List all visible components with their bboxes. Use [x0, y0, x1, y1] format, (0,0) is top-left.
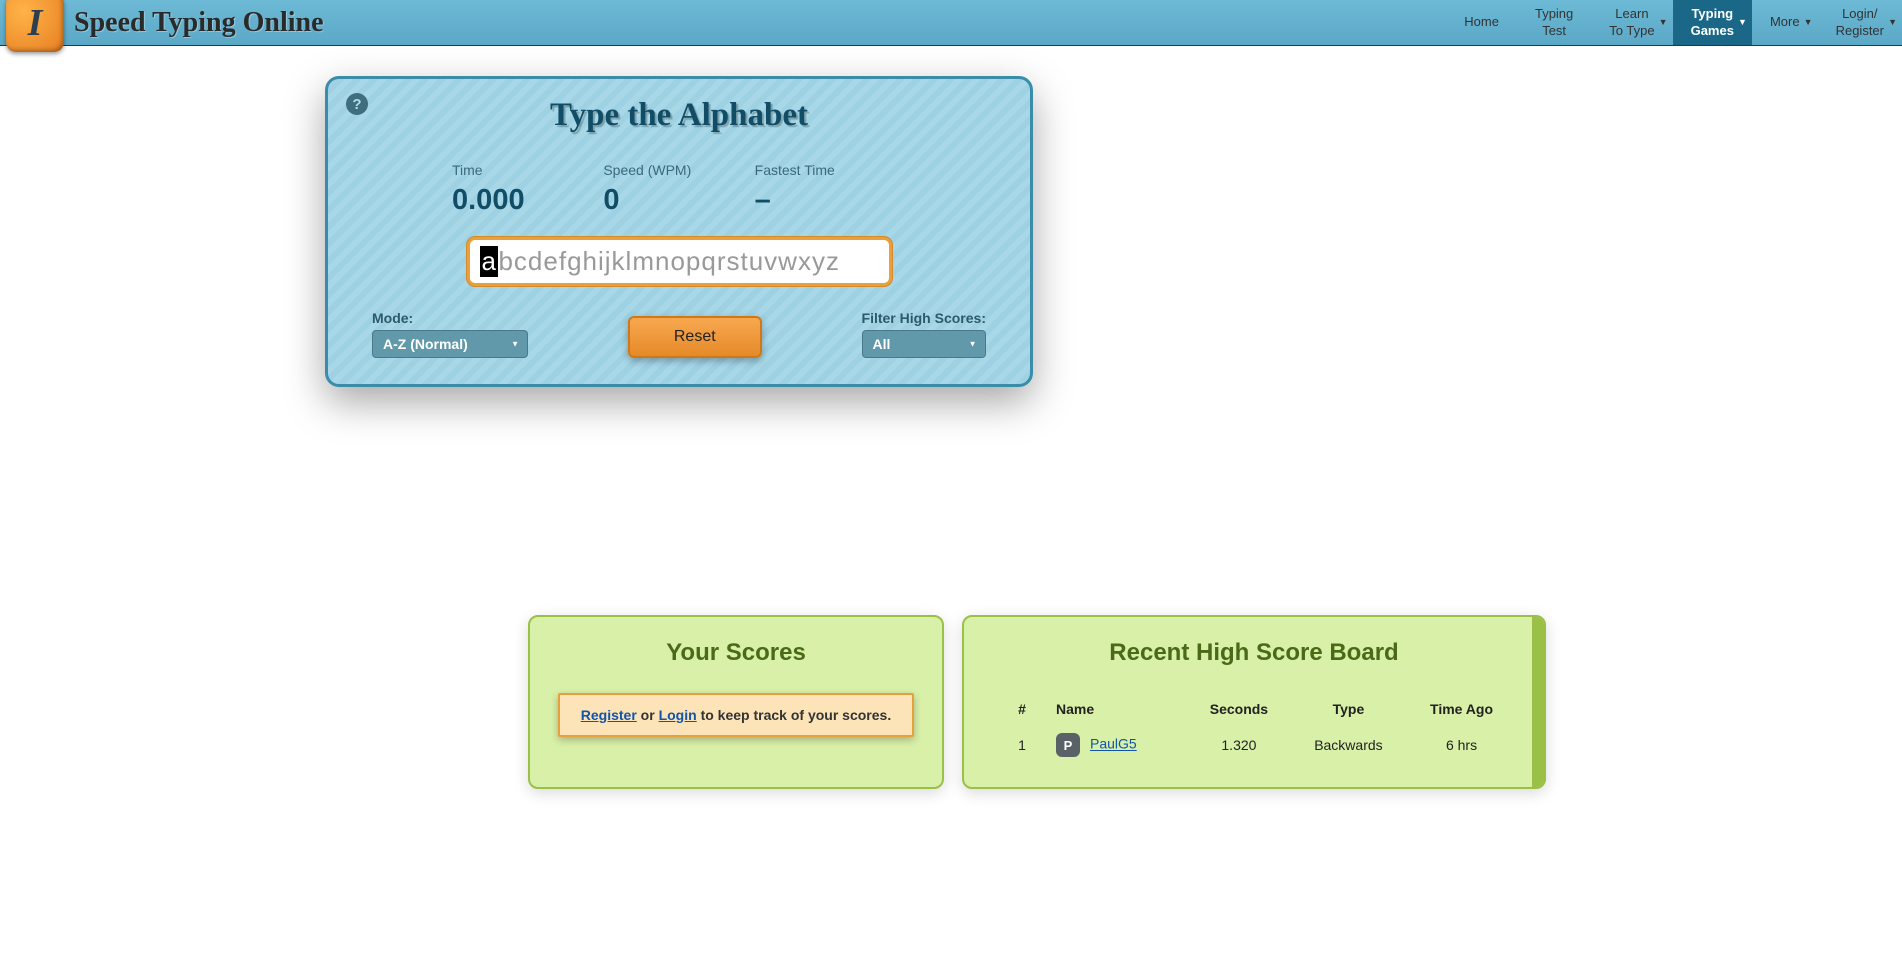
mode-group: Mode: A-Z (Normal) ▼ [372, 310, 528, 358]
nav-label: Typing [1535, 6, 1573, 23]
game-title: Type the Alphabet [352, 97, 1006, 134]
col-type: Type [1290, 693, 1407, 725]
stat-time: Time 0.000 [452, 162, 603, 217]
nav-home[interactable]: Home [1446, 0, 1517, 45]
cell-type: Backwards [1290, 725, 1407, 765]
filter-dropdown[interactable]: All ▼ [862, 330, 986, 358]
stat-time-value: 0.000 [452, 184, 603, 217]
rest-letters: bcdefghijklmnopqrstuvwxyz [498, 246, 839, 277]
highscores-table: # Name Seconds Type Time Ago 1 P PaulG5 1… [992, 693, 1516, 765]
stat-fastest-value: – [755, 184, 906, 217]
highscores-panel: Recent High Score Board # Name Seconds T… [962, 615, 1546, 789]
col-time-ago: Time Ago [1407, 693, 1516, 725]
your-scores-panel: Your Scores Register or Login to keep tr… [528, 615, 944, 789]
logo-icon[interactable]: I [6, 0, 64, 52]
player-link[interactable]: PaulG5 [1090, 736, 1137, 752]
highscores-title: Recent High Score Board [992, 639, 1516, 667]
mode-dropdown[interactable]: A-Z (Normal) ▼ [372, 330, 528, 358]
nav-login-register[interactable]: Login/ Register ▼ [1818, 0, 1902, 45]
table-row: 1 P PaulG5 1.320 Backwards 6 hrs [992, 725, 1516, 765]
register-link[interactable]: Register [581, 707, 637, 723]
nav-sublabel: To Type [1609, 23, 1654, 40]
col-rank: # [992, 693, 1052, 725]
main-nav: Home Typing Test Learn To Type ▼ Typing … [1446, 0, 1902, 45]
typing-field: abcdefghijklmnopqrstuvwxyz [480, 246, 879, 277]
nav-more[interactable]: More ▼ [1752, 0, 1818, 45]
nav-label: More [1770, 14, 1800, 31]
stat-speed: Speed (WPM) 0 [603, 162, 754, 217]
cell-rank: 1 [992, 725, 1052, 765]
filter-group: Filter High Scores: All ▼ [862, 310, 986, 358]
game-panel: ? Type the Alphabet Time 0.000 Speed (WP… [325, 76, 1033, 387]
nav-typing-test[interactable]: Typing Test [1517, 0, 1591, 45]
filter-selected: All [873, 336, 891, 352]
prompt-after: to keep track of your scores. [697, 707, 892, 723]
chevron-down-icon: ▼ [1888, 17, 1897, 29]
stat-fastest: Fastest Time – [755, 162, 906, 217]
nav-sublabel: Games [1691, 23, 1734, 40]
stat-time-label: Time [452, 162, 603, 178]
nav-sublabel: Test [1542, 23, 1566, 40]
mode-selected: A-Z (Normal) [383, 336, 468, 352]
chevron-down-icon: ▼ [969, 340, 977, 349]
cell-seconds: 1.320 [1188, 725, 1290, 765]
chevron-down-icon: ▼ [1804, 17, 1813, 29]
reset-button[interactable]: Reset [628, 316, 762, 358]
logo-wrap: I Speed Typing Online [0, 0, 324, 52]
chevron-down-icon: ▼ [1738, 17, 1747, 29]
nav-typing-games[interactable]: Typing Games ▼ [1673, 0, 1752, 45]
nav-sublabel: Register [1836, 23, 1884, 40]
filter-label: Filter High Scores: [862, 310, 986, 326]
nav-learn-to-type[interactable]: Learn To Type ▼ [1591, 0, 1672, 45]
site-title[interactable]: Speed Typing Online [74, 7, 324, 39]
nav-label: Typing [1691, 6, 1733, 23]
login-link[interactable]: Login [659, 707, 697, 723]
stat-fastest-label: Fastest Time [755, 162, 906, 178]
avatar: P [1056, 733, 1080, 757]
or-text: or [637, 707, 659, 723]
your-scores-title: Your Scores [558, 639, 914, 667]
nav-label: Learn [1615, 6, 1648, 23]
login-prompt: Register or Login to keep track of your … [558, 693, 914, 737]
col-seconds: Seconds [1188, 693, 1290, 725]
typing-input[interactable]: abcdefghijklmnopqrstuvwxyz [467, 237, 892, 286]
cell-time-ago: 6 hrs [1407, 725, 1516, 765]
chevron-down-icon: ▼ [1659, 17, 1668, 29]
col-name: Name [1052, 693, 1188, 725]
stat-speed-value: 0 [603, 184, 754, 217]
current-letter: a [480, 246, 499, 277]
header: I Speed Typing Online Home Typing Test L… [0, 0, 1902, 46]
table-header-row: # Name Seconds Type Time Ago [992, 693, 1516, 725]
controls-row: Mode: A-Z (Normal) ▼ Reset Filter High S… [352, 310, 1006, 358]
nav-label: Login/ [1842, 6, 1877, 23]
content: ? Type the Alphabet Time 0.000 Speed (WP… [0, 46, 1902, 789]
cell-name: P PaulG5 [1052, 725, 1188, 765]
stats-row: Time 0.000 Speed (WPM) 0 Fastest Time – [352, 162, 1006, 217]
nav-label: Home [1464, 14, 1499, 31]
help-icon[interactable]: ? [346, 93, 368, 115]
chevron-down-icon: ▼ [511, 340, 519, 349]
mode-label: Mode: [372, 310, 528, 326]
stat-speed-label: Speed (WPM) [603, 162, 754, 178]
panels-row: Your Scores Register or Login to keep tr… [356, 615, 1546, 789]
